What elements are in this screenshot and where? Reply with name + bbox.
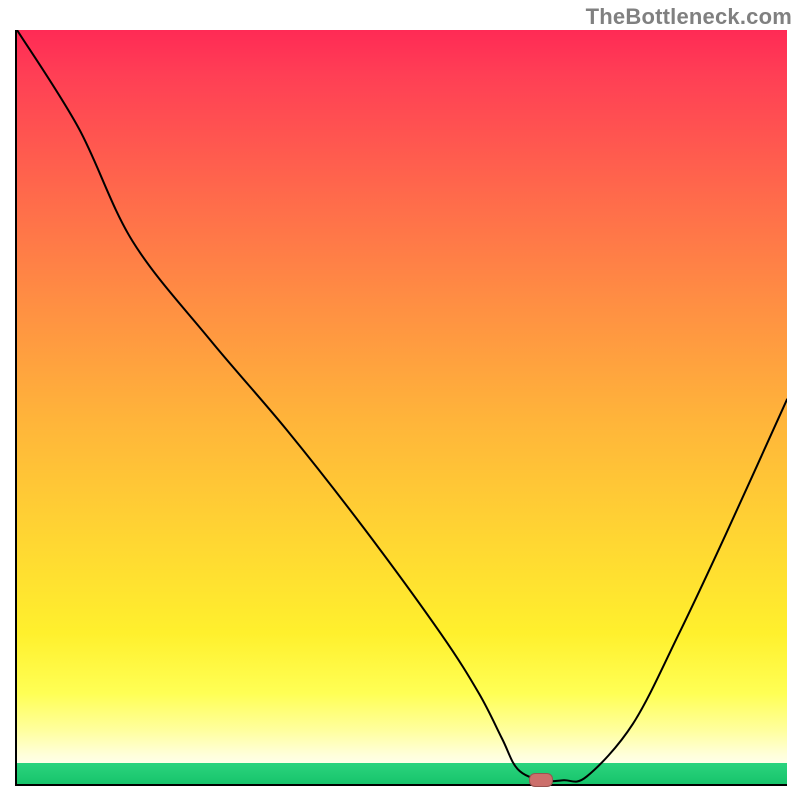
plot-area (15, 30, 787, 786)
curve-svg (17, 30, 787, 784)
optimal-marker (529, 773, 553, 787)
chart-frame: TheBottleneck.com (0, 0, 800, 800)
watermark-text: TheBottleneck.com (586, 4, 792, 30)
bottleneck-curve-path (17, 30, 787, 782)
